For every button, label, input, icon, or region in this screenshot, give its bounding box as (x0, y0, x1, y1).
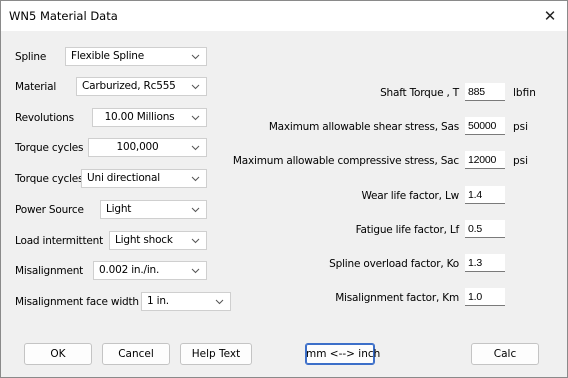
calc-button[interactable]: Calc (471, 343, 539, 365)
chevron-down-icon (191, 54, 200, 60)
torque-cycles-direction-value: Uni directional (87, 172, 160, 184)
material-label: Material (15, 81, 57, 93)
fatigue-life-factor-label: Fatigue life factor, Lf (355, 224, 460, 236)
revolutions-select[interactable]: 10.00 Millions (92, 108, 207, 127)
revolutions-label: Revolutions (15, 112, 74, 124)
torque-cycles-count-value: 100,000 (116, 141, 159, 153)
spline-label: Spline (15, 51, 47, 63)
misalignment-factor-field[interactable] (465, 288, 505, 306)
compressive-stress-label: Maximum allowable compressive stress, Sa… (232, 155, 459, 167)
chevron-down-icon (191, 268, 200, 274)
misalignment-face-width-label: Misalignment face width (15, 296, 139, 308)
power-source-select[interactable]: Light (100, 200, 207, 219)
torque-cycles-label: Torque cycles (15, 142, 84, 154)
chevron-down-icon (191, 145, 200, 151)
shaft-torque-unit: lbfin (513, 87, 536, 99)
help-text-button[interactable]: Help Text (180, 343, 252, 365)
chevron-down-icon (215, 299, 224, 305)
window-title: WN5 Material Data (9, 9, 118, 23)
chevron-down-icon (191, 115, 200, 121)
shear-stress-label: Maximum allowable shear stress, Sas (268, 121, 459, 133)
torque-cycles-direction-select[interactable]: Uni directional (81, 169, 207, 188)
cancel-button[interactable]: Cancel (102, 343, 170, 365)
misalignment-label: Misalignment (15, 265, 84, 277)
close-button[interactable]: ✕ (537, 5, 563, 27)
shear-stress-unit: psi (513, 121, 529, 133)
title-bar: WN5 Material Data ✕ (1, 1, 567, 31)
material-select-value: Carburized, Rc555 (82, 80, 176, 92)
misalignment-select[interactable]: 0.002 in./in. (93, 261, 207, 280)
spline-select[interactable]: Flexible Spline (65, 47, 207, 66)
ok-button[interactable]: OK (24, 343, 92, 365)
wear-life-factor-field[interactable] (465, 186, 505, 204)
wear-life-factor-label: Wear life factor, Lw (361, 190, 459, 202)
spline-overload-factor-field[interactable] (465, 254, 505, 272)
torque-cycles-count-select[interactable]: 100,000 (88, 138, 207, 157)
misalignment-value: 0.002 in./in. (99, 264, 160, 276)
shear-stress-field[interactable] (465, 117, 505, 135)
fatigue-life-factor-field[interactable] (465, 220, 505, 238)
unit-toggle-button[interactable]: mm <--> inch (305, 343, 380, 365)
chevron-down-icon (191, 84, 200, 90)
torque-cycles-direction-label: Torque cycles (15, 173, 84, 185)
spline-select-value: Flexible Spline (71, 50, 145, 62)
power-source-label: Power Source (15, 204, 84, 216)
misalignment-face-width-select[interactable]: 1 in. (141, 292, 231, 311)
compressive-stress-field[interactable] (465, 151, 505, 169)
power-source-value: Light (106, 203, 132, 215)
load-intermittent-select[interactable]: Light shock (109, 231, 207, 250)
chevron-down-icon (191, 207, 200, 213)
misalignment-face-width-value: 1 in. (147, 295, 169, 307)
load-intermittent-value: Light shock (115, 234, 173, 246)
misalignment-factor-label: Misalignment factor, Km (335, 292, 459, 304)
shaft-torque-label: Shaft Torque , T (380, 87, 459, 99)
revolutions-select-value: 10.00 Millions (104, 111, 175, 123)
chevron-down-icon (191, 238, 200, 244)
compressive-stress-unit: psi (513, 155, 529, 167)
chevron-down-icon (191, 176, 200, 182)
material-select[interactable]: Carburized, Rc555 (76, 77, 207, 96)
material-data-dialog: WN5 Material Data ✕ Spline Flexible Spli… (0, 0, 568, 378)
load-intermittent-label: Load intermittent (15, 235, 104, 247)
spline-overload-factor-label: Spline overload factor, Ko (329, 258, 459, 270)
shaft-torque-field[interactable] (465, 83, 505, 101)
